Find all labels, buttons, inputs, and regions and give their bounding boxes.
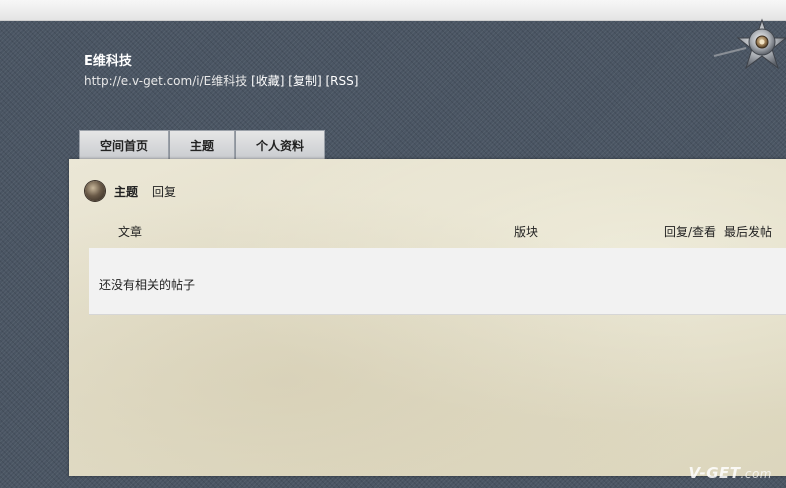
watermark-logo: V-GET.com bbox=[689, 464, 773, 482]
copy-link[interactable]: [复制] bbox=[288, 74, 321, 88]
empty-message: 还没有相关的帖子 bbox=[99, 278, 196, 292]
bookmark-link[interactable]: [收藏] bbox=[251, 74, 284, 88]
tab-space-home[interactable]: 空间首页 bbox=[79, 130, 170, 160]
sheriff-badge-icon bbox=[710, 18, 786, 90]
site-url: http://e.v-get.com/i/E维科技 bbox=[84, 74, 248, 88]
main-nav-tabs: 空间首页 主题 个人资料 bbox=[79, 130, 326, 160]
column-replies-views: 回复/查看 bbox=[664, 225, 717, 239]
site-links: http://e.v-get.com/i/E维科技 [收藏] [复制] [RSS… bbox=[84, 72, 358, 89]
bullet-knob-icon bbox=[85, 181, 105, 201]
sub-tab-replies[interactable]: 回复 bbox=[152, 183, 176, 200]
column-article: 文章 bbox=[118, 225, 143, 239]
column-last-post: 最后发帖 bbox=[724, 225, 773, 239]
watermark-brand: V-GET bbox=[688, 464, 741, 482]
content-panel: 主题 回复 文章 版块 回复/查看 最后发帖 还没有相关的帖子 bbox=[69, 159, 786, 476]
tab-topics[interactable]: 主题 bbox=[169, 130, 236, 160]
rss-link[interactable]: [RSS] bbox=[325, 74, 358, 88]
empty-state-row: 还没有相关的帖子 bbox=[89, 248, 786, 315]
tab-profile[interactable]: 个人资料 bbox=[235, 130, 326, 160]
site-title: E维科技 bbox=[84, 54, 132, 69]
watermark-suffix: .com bbox=[740, 467, 772, 481]
sub-tab-topics[interactable]: 主题 bbox=[114, 183, 138, 200]
table-header: 文章 版块 回复/查看 最后发帖 bbox=[69, 223, 786, 239]
column-forum: 版块 bbox=[514, 225, 539, 239]
browser-topbar bbox=[0, 0, 786, 21]
panel-header: 主题 回复 bbox=[85, 181, 176, 201]
